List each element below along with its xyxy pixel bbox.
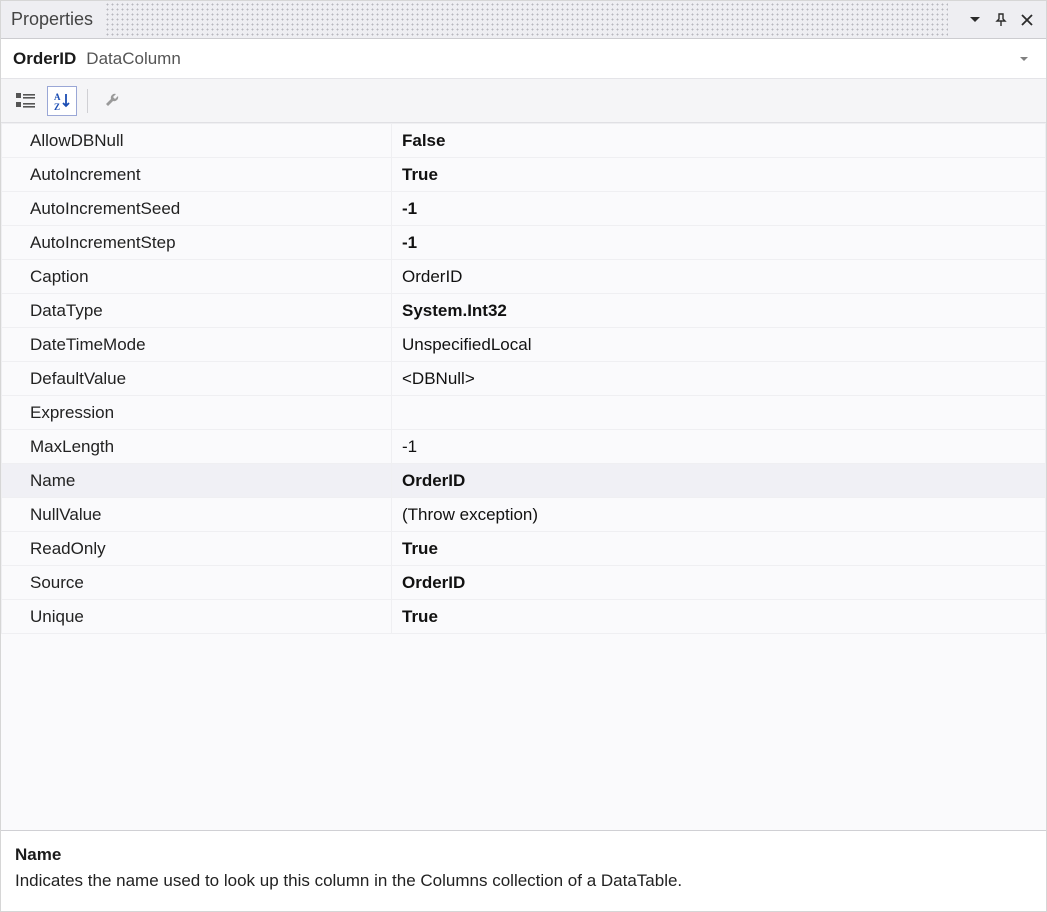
object-type: DataColumn (86, 49, 181, 69)
property-row[interactable]: NameOrderID (2, 464, 1046, 498)
svg-text:A: A (54, 92, 61, 102)
property-name: NullValue (2, 498, 392, 532)
property-name: MaxLength (2, 430, 392, 464)
property-value[interactable]: -1 (392, 192, 1046, 226)
object-dropdown-button[interactable] (1014, 49, 1034, 69)
property-value[interactable]: System.Int32 (392, 294, 1046, 328)
property-name: DataType (2, 294, 392, 328)
property-row[interactable]: Expression (2, 396, 1046, 430)
property-value[interactable]: <DBNull> (392, 362, 1046, 396)
property-name: AllowDBNull (2, 124, 392, 158)
property-row[interactable]: AllowDBNullFalse (2, 124, 1046, 158)
alphabetical-button[interactable]: A Z (47, 86, 77, 116)
property-value[interactable]: True (392, 532, 1046, 566)
property-name: Unique (2, 600, 392, 634)
toolbar-divider (87, 89, 88, 113)
property-name: ReadOnly (2, 532, 392, 566)
close-icon (1020, 13, 1034, 27)
property-row[interactable]: DataTypeSystem.Int32 (2, 294, 1046, 328)
property-row[interactable]: AutoIncrementStep-1 (2, 226, 1046, 260)
titlebar-grip[interactable] (105, 1, 948, 38)
property-name: AutoIncrement (2, 158, 392, 192)
property-row[interactable]: AutoIncrementSeed-1 (2, 192, 1046, 226)
property-value[interactable]: OrderID (392, 566, 1046, 600)
categorized-button[interactable] (11, 86, 41, 116)
chevron-down-icon (969, 14, 981, 26)
property-value[interactable]: UnspecifiedLocal (392, 328, 1046, 362)
property-value[interactable]: True (392, 158, 1046, 192)
properties-toolbar: A Z (1, 79, 1046, 123)
property-name: Caption (2, 260, 392, 294)
chevron-down-icon (1019, 54, 1029, 64)
alphabetical-icon: A Z (52, 91, 72, 111)
property-name: Source (2, 566, 392, 600)
property-name: Expression (2, 396, 392, 430)
description-name: Name (15, 845, 1032, 865)
wrench-icon (103, 91, 123, 111)
property-name: DefaultValue (2, 362, 392, 396)
property-row[interactable]: ReadOnlyTrue (2, 532, 1046, 566)
object-header: OrderID DataColumn (1, 39, 1046, 79)
property-pages-button[interactable] (98, 86, 128, 116)
panel-titlebar: Properties (1, 1, 1046, 39)
property-row[interactable]: AutoIncrementTrue (2, 158, 1046, 192)
object-name: OrderID (13, 49, 76, 69)
property-value[interactable] (392, 396, 1046, 430)
property-row[interactable]: DefaultValue<DBNull> (2, 362, 1046, 396)
property-name: Name (2, 464, 392, 498)
property-row[interactable]: SourceOrderID (2, 566, 1046, 600)
property-value[interactable]: OrderID (392, 260, 1046, 294)
svg-text:Z: Z (54, 102, 60, 111)
property-row[interactable]: UniqueTrue (2, 600, 1046, 634)
property-row[interactable]: MaxLength-1 (2, 430, 1046, 464)
property-row[interactable]: DateTimeModeUnspecifiedLocal (2, 328, 1046, 362)
pin-icon (994, 13, 1008, 27)
property-row[interactable]: CaptionOrderID (2, 260, 1046, 294)
property-value[interactable]: -1 (392, 226, 1046, 260)
property-name: AutoIncrementStep (2, 226, 392, 260)
property-value[interactable]: (Throw exception) (392, 498, 1046, 532)
property-name: DateTimeMode (2, 328, 392, 362)
property-value[interactable]: OrderID (392, 464, 1046, 498)
description-text: Indicates the name used to look up this … (15, 871, 1032, 891)
property-value[interactable]: -1 (392, 430, 1046, 464)
window-options-button[interactable] (962, 7, 988, 33)
property-value[interactable]: True (392, 600, 1046, 634)
property-grid[interactable]: AllowDBNullFalseAutoIncrementTrueAutoInc… (1, 123, 1046, 830)
categorized-icon (16, 92, 36, 110)
description-panel: Name Indicates the name used to look up … (1, 830, 1046, 911)
property-row[interactable]: NullValue(Throw exception) (2, 498, 1046, 532)
panel-title: Properties (11, 9, 93, 30)
property-name: AutoIncrementSeed (2, 192, 392, 226)
property-value[interactable]: False (392, 124, 1046, 158)
pin-button[interactable] (988, 7, 1014, 33)
close-button[interactable] (1014, 7, 1040, 33)
